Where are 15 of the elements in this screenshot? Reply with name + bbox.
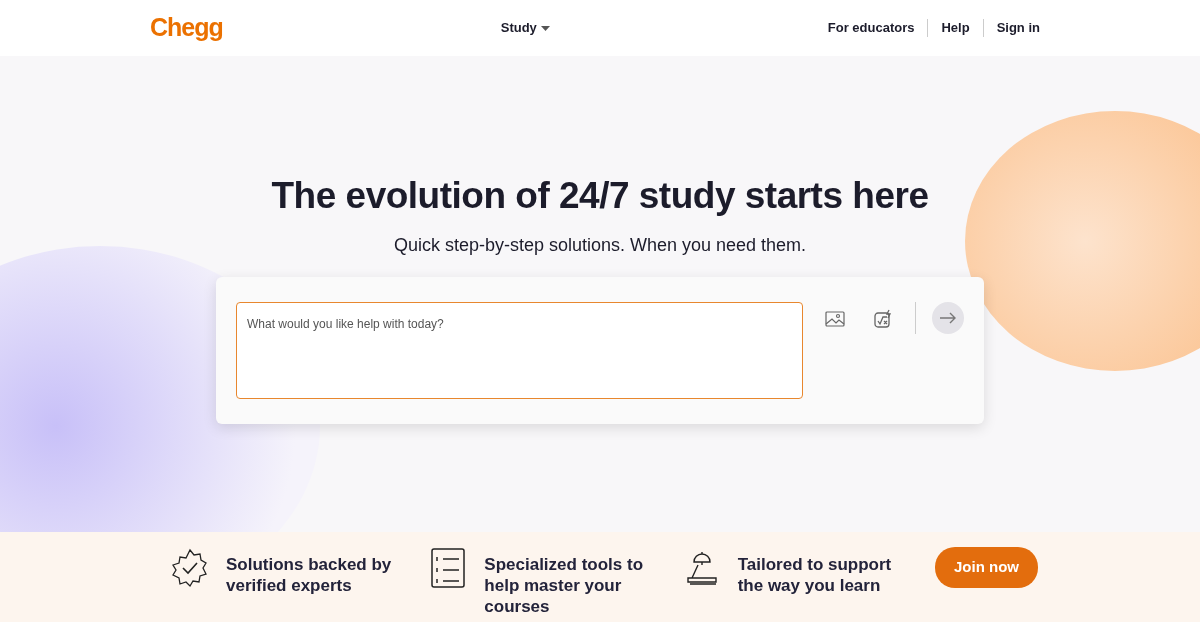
study-menu[interactable]: Study	[500, 18, 550, 38]
feature-text: Solutions backed by verified experts	[226, 554, 393, 596]
nav-link[interactable]: Help	[941, 18, 970, 38]
feature-text: Specialized tools to help master your courses	[484, 554, 645, 617]
nav-link[interactable]: For educators	[827, 18, 915, 38]
hero-subtitle: Quick step-by-step solutions. When you need them.	[392, 234, 808, 258]
badge-check-icon	[170, 548, 210, 588]
submit-button[interactable]	[932, 302, 964, 335]
feature-text: Tailored to support the way you learn	[737, 554, 893, 596]
image-icon	[825, 311, 845, 328]
arrow-icon	[939, 312, 957, 325]
nav-link[interactable]: Sign in	[996, 18, 1040, 38]
math-icon	[873, 309, 893, 330]
question-field[interactable]: What would you like help with today?	[236, 302, 803, 400]
hero-title: The evolution of 24/7 study starts here	[270, 174, 930, 218]
